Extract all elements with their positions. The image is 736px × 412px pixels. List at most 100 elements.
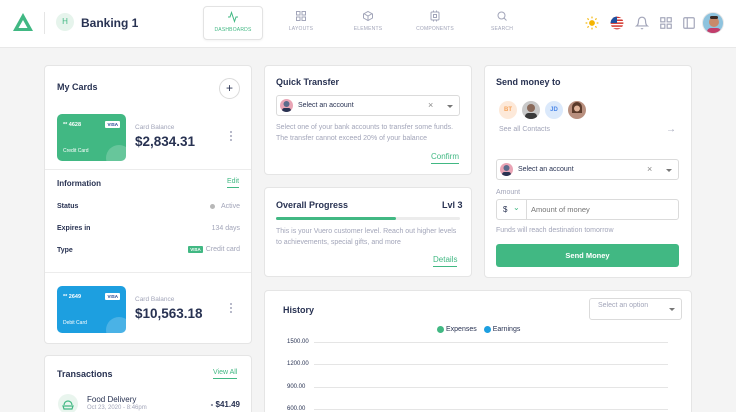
progress-fill (276, 217, 396, 220)
legend-label: Earnings (492, 326, 521, 334)
select-placeholder: Select an option (598, 302, 649, 309)
status-dot-icon (209, 203, 215, 209)
user-avatar-image (707, 16, 721, 33)
progress-bar (276, 217, 460, 220)
currency-select[interactable]: $ ⌄ (497, 200, 527, 219)
chevron-down-icon[interactable] (666, 169, 672, 172)
contact-avatar[interactable]: JD (545, 101, 563, 119)
gridline (314, 409, 668, 410)
my-cards-title: My Cards (57, 82, 98, 92)
expires-value: 134 days (211, 225, 240, 232)
nav-dashboards[interactable]: DASHBOARDS (203, 6, 263, 40)
legend-expenses[interactable]: Expenses (437, 326, 477, 333)
status-value: Active (206, 203, 240, 210)
card-number: ** 2649 (63, 294, 82, 300)
progress-description: This is your Vuero customer level. Reach… (276, 228, 457, 246)
account-avatar (280, 99, 293, 112)
box-icon (363, 10, 373, 22)
contact-avatar[interactable]: BT (499, 101, 517, 119)
status-label: Status (57, 203, 79, 210)
arrow-right-icon[interactable]: → (666, 124, 676, 135)
divider (45, 169, 251, 170)
apps-grid-icon[interactable] (659, 16, 673, 30)
nav-label: DASHBOARDS (214, 27, 252, 33)
cpu-icon (430, 10, 440, 22)
card-balance-value: $2,834.31 (135, 134, 196, 149)
funds-note: Funds will reach destination tomorrow (496, 227, 614, 234)
history-title: History (283, 305, 315, 315)
status-text: Active (220, 203, 240, 210)
add-card-button[interactable]: + (219, 78, 240, 99)
account-avatar (500, 163, 513, 176)
type-label: Type (57, 247, 73, 254)
send-money-title: Send money to (496, 77, 561, 87)
credit-card[interactable]: ** 4628 VISA Credit Card (57, 114, 126, 161)
workspace-avatar[interactable]: H (56, 13, 74, 31)
card-decoration (106, 145, 126, 161)
legend-earnings[interactable]: Earnings (483, 326, 521, 334)
quick-transfer-description: Select one of your bank accounts to tran… (276, 124, 454, 142)
card-balance-label: Card Balance (135, 124, 175, 131)
card-menu-icon[interactable] (229, 303, 233, 315)
contact-avatar[interactable] (522, 101, 540, 119)
y-tick-label: 1200.00 (287, 361, 309, 367)
visa-badge: VISA (188, 246, 203, 253)
transactions-title: Transactions (57, 369, 113, 379)
nav-layouts[interactable]: LAYOUTS (271, 6, 331, 40)
chart-legend: Expenses Earnings (437, 326, 520, 333)
nav-components[interactable]: COMPONENTS (405, 6, 465, 40)
y-tick-label: 900.00 (287, 384, 306, 390)
clear-icon[interactable]: × (428, 100, 433, 110)
contact-avatar[interactable] (568, 101, 586, 119)
information-title: Information (57, 179, 101, 188)
gridline (314, 342, 668, 343)
visa-logo: VISA (105, 293, 120, 300)
select-label: Select an account (298, 102, 354, 109)
y-tick-label: 1500.00 (287, 339, 309, 345)
details-link[interactable]: Details (433, 255, 458, 267)
activity-icon (228, 11, 238, 23)
nav-label: LAYOUTS (288, 26, 314, 32)
us-flag-icon[interactable] (610, 16, 624, 30)
amount-input[interactable] (531, 203, 671, 216)
user-avatar[interactable] (702, 12, 724, 34)
grid-icon (296, 11, 306, 21)
type-value: VISA Credit card (183, 246, 240, 253)
gridline (314, 364, 668, 365)
amount-field[interactable]: $ ⌄ (496, 199, 679, 220)
divider (44, 12, 45, 34)
select-label: Select an account (518, 166, 574, 173)
sidebar-icon[interactable] (682, 16, 696, 30)
sun-icon[interactable] (585, 16, 599, 30)
debit-card[interactable]: ** 2649 VISA Debit Card (57, 286, 126, 333)
workspace-title[interactable]: Banking 1 (81, 16, 138, 30)
nav-label: COMPONENTS (416, 26, 454, 32)
nav-elements[interactable]: ELEMENTS (338, 6, 398, 40)
amount-label: Amount (496, 189, 521, 196)
card-type: Credit Card (63, 148, 89, 154)
app-logo-icon[interactable] (12, 12, 34, 32)
card-balance-label: Card Balance (135, 296, 175, 303)
send-money-button[interactable]: Send Money (496, 244, 679, 267)
chevron-down-icon[interactable] (669, 308, 675, 311)
bell-icon[interactable] (635, 16, 649, 30)
card-balance-value: $10,563.18 (135, 306, 203, 321)
chevron-down-icon[interactable] (447, 105, 453, 108)
send-money-account-select[interactable]: Select an account × (496, 159, 679, 180)
nav-search[interactable]: SEARCH (472, 6, 532, 40)
quick-transfer-account-select[interactable]: Select an account × (276, 95, 460, 116)
card-decoration (106, 317, 126, 333)
transaction-amount: - $41.49 (210, 400, 240, 409)
food-icon (62, 400, 74, 410)
history-select[interactable]: Select an option (589, 298, 682, 320)
edit-link[interactable]: Edit (227, 178, 240, 188)
clear-icon[interactable]: × (647, 164, 652, 174)
card-menu-icon[interactable] (229, 131, 233, 143)
search-icon (497, 11, 507, 21)
legend-dot-icon (483, 326, 491, 333)
gridline (314, 387, 668, 388)
overall-progress-title: Overall Progress (276, 200, 349, 210)
see-all-contacts-link[interactable]: See all Contacts (499, 126, 550, 133)
view-all-link[interactable]: View All (213, 369, 238, 379)
confirm-link[interactable]: Confirm (431, 152, 460, 164)
